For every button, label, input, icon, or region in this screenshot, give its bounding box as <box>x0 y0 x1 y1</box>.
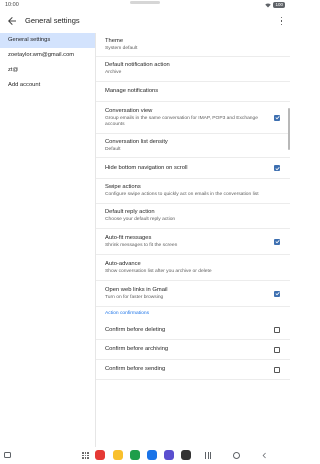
setting-title: Auto-fit messages <box>105 234 152 241</box>
setting-title: Swipe actions <box>105 184 141 191</box>
setting-title: Theme <box>105 37 124 44</box>
checkmark-icon <box>274 166 280 170</box>
checkmark-icon <box>274 292 280 296</box>
setting-confirm-before-archiving[interactable]: Confirm before archiving <box>96 340 290 360</box>
confirm-before-deleting-checkbox[interactable] <box>274 327 280 333</box>
sidebar-item-general-settings[interactable]: General settings <box>0 33 95 48</box>
setting-default-notification-action[interactable]: Default notification action Archive <box>96 57 290 82</box>
sidebar-item-add-account[interactable]: Add account <box>0 78 95 93</box>
sidebar-item-account[interactable]: zoetaylor.wm@gmail.com <box>0 48 95 63</box>
setting-title: Manage notifications <box>105 88 159 94</box>
status-icons: 100 <box>265 2 285 8</box>
setting-title: Hide bottom navigation on scroll <box>105 164 188 171</box>
setting-title: Default reply action <box>105 209 155 216</box>
settings-list: Theme System default Default notificatio… <box>96 33 290 447</box>
setting-description: Turn on for faster browsing <box>105 294 164 300</box>
setting-title: Confirm before deleting <box>105 326 166 333</box>
setting-open-web-links[interactable]: Open web links in Gmail Turn on for fast… <box>96 281 290 307</box>
status-bar: 10:00 100 <box>0 0 290 10</box>
sidebar-item-account[interactable]: zt@ <box>0 63 95 78</box>
status-time: 10:00 <box>5 2 19 8</box>
wifi-icon <box>265 3 272 7</box>
setting-title: Confirm before sending <box>105 366 166 372</box>
recents-icon[interactable] <box>205 452 211 459</box>
setting-confirm-before-sending[interactable]: Confirm before sending <box>96 360 290 380</box>
setting-conversation-list-density[interactable]: Conversation list density Default <box>96 134 290 158</box>
scrollbar[interactable] <box>288 108 290 150</box>
checkmark-icon <box>274 240 280 244</box>
open-web-links-checkbox[interactable] <box>274 290 280 297</box>
samsung-app-icon[interactable] <box>164 450 174 460</box>
confirm-before-sending-checkbox[interactable] <box>274 366 280 373</box>
setting-default-reply-action[interactable]: Default reply action Choose your default… <box>96 204 290 229</box>
setting-conversation-view[interactable]: Conversation view Group emails in the sa… <box>96 102 290 134</box>
setting-title: Conversation list density <box>105 138 168 145</box>
setting-auto-fit-messages[interactable]: Auto-fit messages Shrink messages to fit… <box>96 229 290 255</box>
setting-auto-advance[interactable]: Auto-advance Show conversation list afte… <box>96 255 290 281</box>
yellow-app-icon[interactable] <box>113 450 123 460</box>
setting-value: System default <box>105 45 138 51</box>
back-arrow-icon[interactable] <box>6 15 18 27</box>
red-app-icon[interactable] <box>95 450 105 460</box>
setting-value: Default <box>105 146 121 152</box>
confirm-before-archiving-checkbox[interactable] <box>274 346 280 353</box>
setting-description: Configure swipe actions to quickly act o… <box>105 192 259 198</box>
hide-bottom-navigation-checkbox[interactable] <box>274 165 280 171</box>
setting-value: Archive <box>105 70 122 76</box>
chat-app-icon[interactable] <box>147 450 157 460</box>
setting-hide-bottom-navigation[interactable]: Hide bottom navigation on scroll <box>96 158 290 179</box>
setting-swipe-actions[interactable]: Swipe actions Configure swipe actions to… <box>96 179 290 204</box>
back-chevron-icon[interactable] <box>261 452 268 459</box>
more-options-icon[interactable] <box>279 16 284 26</box>
setting-description: Group emails in the same conversation fo… <box>105 115 258 127</box>
page-title: General settings <box>25 16 80 25</box>
phone-app-icon[interactable] <box>130 450 140 460</box>
setting-title: Open web links in Gmail <box>105 286 168 293</box>
setting-title: Auto-advance <box>105 260 141 267</box>
setting-title: Default notification action <box>105 62 170 69</box>
setting-description: Shrink messages to fit the screen <box>105 242 178 248</box>
system-navigation-bar <box>0 447 290 464</box>
app-bar: General settings <box>0 12 290 30</box>
setting-manage-notifications[interactable]: Manage notifications <box>96 82 290 102</box>
setting-theme[interactable]: Theme System default <box>96 33 290 57</box>
section-header-action-confirmations: Action confirmations <box>105 311 150 316</box>
conversation-view-checkbox[interactable] <box>274 114 280 121</box>
setting-title: Conversation view <box>105 107 153 114</box>
setting-confirm-before-deleting[interactable]: Confirm before deleting <box>96 321 290 340</box>
camera-app-icon[interactable] <box>181 450 191 460</box>
auto-fit-messages-checkbox[interactable] <box>274 238 280 245</box>
keyboard-icon[interactable] <box>4 452 11 458</box>
setting-title: Confirm before archiving <box>105 346 169 352</box>
camera-notch <box>130 1 160 4</box>
setting-description: Choose your default reply action <box>105 217 176 223</box>
home-icon[interactable] <box>233 452 240 459</box>
checkmark-icon <box>274 116 280 120</box>
battery-icon: 100 <box>273 2 285 8</box>
account-sidebar: General settings zoetaylor.wm@gmail.com … <box>0 33 96 447</box>
app-drawer-icon[interactable] <box>82 452 89 459</box>
setting-description: Show conversation list after you archive… <box>105 268 212 274</box>
